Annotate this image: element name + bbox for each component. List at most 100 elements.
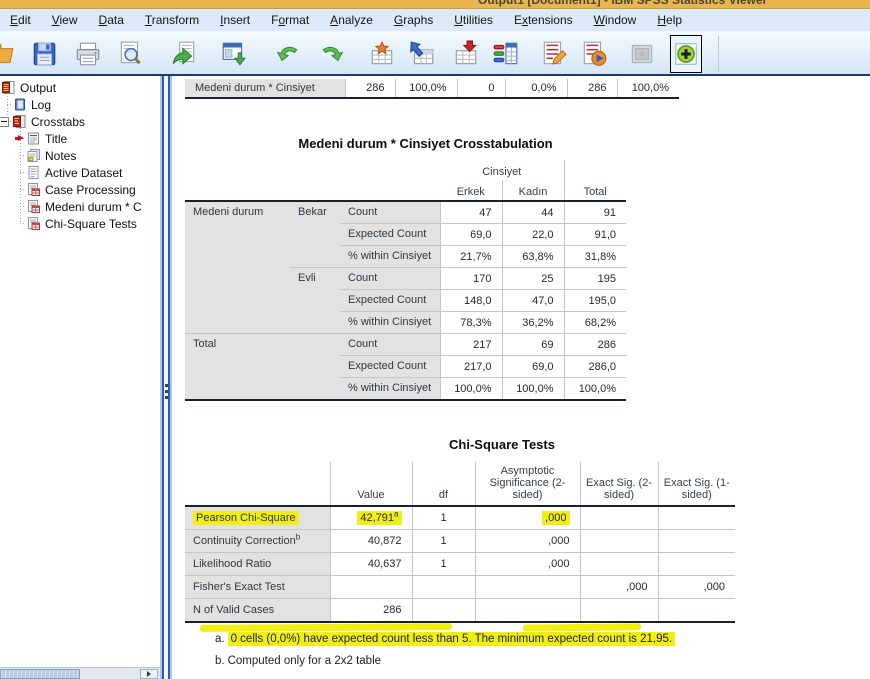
label-text: Continuity Correction (193, 535, 296, 547)
value-cell: 91 (564, 201, 626, 224)
empty-cell (330, 576, 412, 599)
empty-cell (475, 576, 580, 599)
menu-text: indow (605, 13, 636, 27)
value-cell: 100,0% (440, 378, 502, 401)
tree-item-title[interactable]: Title (0, 130, 160, 147)
empty-cell (658, 553, 735, 576)
go-to-case-icon[interactable] (406, 35, 438, 73)
collapse-expander-icon[interactable] (0, 117, 9, 127)
edit-output-icon[interactable] (538, 35, 570, 73)
menu-item-analyze[interactable]: Analyze (330, 13, 373, 27)
menu-item-extensions[interactable]: Extensions (514, 13, 573, 27)
header-row: Cinsiyet (185, 160, 626, 180)
pivot-table-icon (27, 200, 41, 213)
menu-item-utilities[interactable]: Utilities (454, 13, 493, 27)
column-header: Value (330, 462, 412, 506)
tree-item-chi-square-tests[interactable]: Chi-Square Tests (0, 215, 160, 232)
window-title: Output1 [Document1] - IBM SPSS Statistic… (478, 0, 767, 7)
menu-text: tilities (463, 13, 493, 27)
value-text: 42,791 (360, 512, 394, 524)
menu-item-view[interactable]: View (52, 13, 78, 27)
pivot-table-icon (27, 183, 41, 196)
tree-label: Notes (45, 149, 76, 163)
value-cell: 1 (412, 553, 475, 576)
run-script-icon[interactable] (578, 35, 610, 73)
tree-label: Title (45, 132, 67, 146)
menu-item-help[interactable]: Help (657, 13, 682, 27)
highlight: ,000 (542, 511, 569, 525)
row-label-cell: Continuity Correctionb (185, 530, 330, 553)
value-cell: 31,8% (564, 246, 626, 268)
menu-item-window[interactable]: Window (594, 13, 637, 27)
undo-icon[interactable] (272, 35, 304, 73)
stat-label: % within Cinsiyet (340, 246, 440, 268)
panel-splitter[interactable] (160, 76, 172, 679)
redo-icon[interactable] (316, 35, 348, 73)
menu-item-data[interactable]: Data (99, 13, 124, 27)
tree-label: Case Processing (45, 183, 136, 197)
menu-text: H (657, 13, 666, 27)
empty-cell (580, 530, 658, 553)
highlight: 0 cells (0,0%) have expected count less … (228, 632, 676, 646)
go-to-data-icon[interactable] (366, 35, 398, 73)
value-cell: 100,0% (395, 79, 457, 98)
tree-item-log[interactable]: Log (0, 96, 160, 113)
tree-item-output[interactable]: Output (0, 79, 160, 96)
stat-label: Count (340, 334, 440, 356)
print-icon[interactable] (72, 35, 104, 73)
menu-item-edit[interactable]: Edit (10, 13, 31, 27)
menu-text: E (514, 13, 522, 27)
menu-item-graphs[interactable]: Graphs (394, 13, 433, 27)
value-cell: 68,2% (564, 312, 626, 334)
menu-bar: Edit View Data Transform Insert Format A… (0, 9, 870, 32)
menu-text: D (99, 13, 108, 27)
value-cell: ,000 (475, 530, 580, 553)
tree-item-case-processing[interactable]: Case Processing (0, 181, 160, 198)
log-icon (13, 98, 27, 111)
row-label-cell: N of Valid Cases (185, 599, 330, 623)
menu-item-format[interactable]: Format (271, 13, 309, 27)
outline-horizontal-scrollbar[interactable] (0, 667, 160, 679)
open-icon[interactable] (0, 35, 18, 73)
designate-window-icon[interactable] (218, 35, 250, 73)
empty-cell (580, 553, 658, 576)
menu-text: U (454, 13, 463, 27)
chi-square-table[interactable]: Value df Asymptotic Significance (2-side… (185, 462, 735, 623)
value-cell: 47 (440, 201, 502, 224)
case-processing-summary-table[interactable]: Medeni durum * Cinsiyet 286 100,0% 0 0,0… (185, 79, 679, 99)
menu-text: tensions (528, 13, 573, 27)
menu-item-transform[interactable]: Transform (145, 13, 199, 27)
highlighter-streak (523, 623, 641, 631)
scrollbar-thumb[interactable] (0, 669, 80, 679)
value-cell: 1 (412, 530, 475, 553)
output-pane[interactable]: Medeni durum * Cinsiyet 286 100,0% 0 0,0… (172, 76, 870, 679)
tree-item-crosstab-table[interactable]: Medeni durum * C (0, 198, 160, 215)
export-icon[interactable] (168, 35, 200, 73)
print-preview-icon[interactable] (114, 35, 146, 73)
empty-cell (412, 576, 475, 599)
empty-cell (475, 599, 580, 623)
crosstab-table[interactable]: Cinsiyet Erkek Kadın Total Medeni durum … (185, 160, 626, 401)
tree-item-active-dataset[interactable]: Active Dataset (0, 164, 160, 181)
header-row: Value df Asymptotic Significance (2-side… (185, 462, 735, 506)
notes-icon (27, 149, 41, 162)
use-variable-sets-icon[interactable] (490, 35, 522, 73)
column-header: df (412, 462, 475, 506)
tree-item-notes[interactable]: Notes (0, 147, 160, 164)
menu-item-insert[interactable]: Insert (220, 13, 250, 27)
header-row: Erkek Kadın Total (185, 180, 626, 201)
scroll-right-button[interactable] (140, 669, 158, 679)
empty-cell (580, 599, 658, 623)
stat-label: Count (340, 268, 440, 290)
value-cell: 286,0 (564, 356, 626, 378)
row-category-label: Bekar (290, 201, 340, 268)
column-header: Asymptotic Significance (2-sided) (475, 462, 580, 506)
save-icon[interactable] (28, 35, 60, 73)
value-cell: 69,0 (502, 356, 564, 378)
insert-new-output-icon[interactable] (670, 35, 702, 73)
window-titlebar[interactable]: Output1 [Document1] - IBM SPSS Statistic… (0, 0, 870, 9)
variables-icon[interactable] (450, 35, 482, 73)
value-cell: ,000 (658, 576, 735, 599)
value-cell: ,000 (475, 506, 580, 530)
tree-item-crosstabs[interactable]: Crosstabs (0, 113, 160, 130)
